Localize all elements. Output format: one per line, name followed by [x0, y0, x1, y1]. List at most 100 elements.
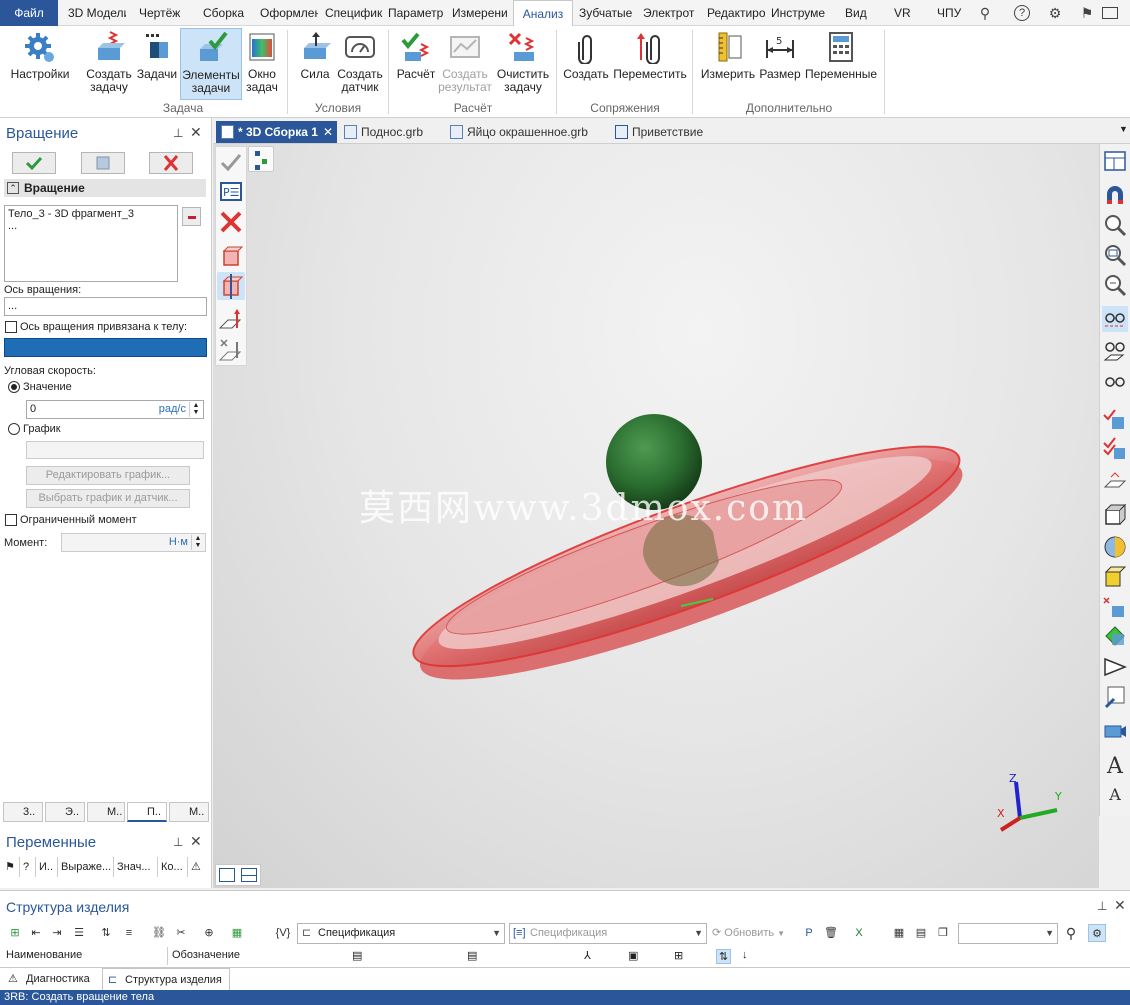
green-body-icon[interactable] [1102, 622, 1128, 648]
camera-icon[interactable] [1102, 718, 1128, 744]
list-item[interactable]: Тело_3 - 3D фрагмент_3 [8, 208, 174, 220]
trash-icon[interactable]: 🗑 [822, 924, 840, 942]
pin-icon[interactable]: ⊥ [173, 126, 183, 140]
window-layout-icon[interactable] [1102, 148, 1128, 174]
gear-icon[interactable]: ⚙ [1046, 4, 1064, 22]
body-icon[interactable] [217, 242, 245, 270]
zoom-all-icon[interactable] [1102, 272, 1128, 298]
table-view-icon[interactable]: ▤ [912, 924, 930, 942]
dimension-button[interactable]: 5 Размер [758, 28, 802, 100]
menu-tab-file[interactable]: Файл [0, 0, 58, 26]
column-designation[interactable]: Обозначение [172, 949, 240, 961]
axis-field[interactable]: ... [4, 297, 207, 316]
doc-tab-tray[interactable]: Поднос.grb [339, 121, 439, 143]
column-icon[interactable]: ⇅ [716, 949, 732, 964]
3d-viewport[interactable]: 莫西网www.3dmox.com P☰ Z Y X [213, 144, 1099, 888]
menu-tab-view[interactable]: Вид [845, 0, 875, 26]
insert-icon[interactable]: ⇤ [27, 924, 45, 942]
check-body-icon[interactable] [1102, 406, 1128, 432]
link-icon[interactable]: ⛓ [150, 924, 168, 942]
axis-bound-checkbox[interactable] [5, 321, 17, 333]
column-icon[interactable]: ⅄ [584, 949, 591, 962]
warning-icon[interactable]: ⚠ [188, 857, 208, 877]
list-icon[interactable]: ☰ [70, 924, 88, 942]
axis-body-field[interactable] [4, 338, 207, 357]
parameters-icon[interactable]: P☰ [217, 178, 245, 206]
panel-tab-3d[interactable]: 3.. [3, 802, 43, 822]
value-radio[interactable] [8, 381, 20, 393]
pin-icon[interactable]: ⊥ [1097, 899, 1107, 913]
menu-tab-assembly[interactable]: Сборка [203, 0, 249, 26]
menu-tab-electrical[interactable]: Электрот [643, 0, 701, 26]
menu-tab-cnc[interactable]: ЧПУ [937, 0, 967, 26]
zoom-window-icon[interactable] [1102, 242, 1128, 268]
tree-icon[interactable] [248, 146, 274, 172]
menu-tab-drafting[interactable]: Оформлен [260, 0, 318, 26]
column-icon[interactable]: ▤ [352, 949, 362, 962]
spin-icon[interactable]: ▲ ▼ [189, 402, 202, 417]
column-name[interactable]: Наименование [6, 949, 82, 961]
tab-diagnostics[interactable]: ⚠ Диагностика [4, 968, 100, 990]
update-button[interactable]: ⟳ Обновить ▼ [712, 926, 785, 939]
rotation-body-icon[interactable] [217, 272, 245, 300]
task-window-button[interactable]: Окно задач [244, 28, 280, 100]
sort-up-icon[interactable]: ⇅ [97, 924, 115, 942]
create-result-button[interactable]: Создать результат [438, 28, 492, 100]
tasks-button[interactable]: Задачи [136, 28, 178, 100]
panel-tab-e[interactable]: Э.. [45, 802, 85, 822]
create-mate-button[interactable]: Создать [562, 28, 610, 100]
force-button[interactable]: Сила [294, 28, 336, 100]
close-icon[interactable]: ✕ [1114, 897, 1126, 914]
menu-tab-specification[interactable]: Специфик [325, 0, 383, 26]
variables-button[interactable]: Переменные [804, 28, 878, 100]
panel-tab-m2[interactable]: М.. [169, 802, 209, 822]
grid-icon[interactable]: ▦ [890, 924, 908, 942]
edit-body-icon[interactable] [1102, 594, 1128, 620]
task-elements-button[interactable]: Элементы задачи [180, 28, 242, 100]
zoom-icon[interactable] [1102, 212, 1128, 238]
menu-tab-3d-models[interactable]: 3D Модели [68, 0, 126, 26]
moment-input[interactable]: Н·м ▲ ▼ [61, 533, 206, 552]
window-icon[interactable] [1102, 7, 1118, 19]
add-icon[interactable]: ⊞ [6, 924, 24, 942]
create-task-button[interactable]: Создать задачу [82, 28, 136, 100]
pin-icon[interactable]: ⊥ [173, 835, 183, 849]
settings-button[interactable]: Настройки [6, 28, 74, 100]
panel-tab-m[interactable]: М.. [87, 802, 125, 822]
variables-column[interactable]: ? [20, 857, 36, 877]
specification-select[interactable]: ⊏ Спецификация ▼ [297, 923, 505, 944]
report-icon[interactable]: P [800, 924, 818, 942]
target-icon[interactable]: ⊕ [200, 924, 218, 942]
search-icon[interactable]: ⚲ [1062, 924, 1080, 942]
ok-button[interactable] [12, 152, 56, 174]
sort-icon[interactable]: ↓ [742, 949, 748, 961]
search-input[interactable]: ▼ [958, 923, 1058, 944]
help-icon[interactable]: ? [1014, 5, 1030, 21]
variables-column[interactable]: Ко... [158, 857, 188, 877]
glasses-view-icon[interactable] [1102, 370, 1128, 396]
doc-tab-assembly[interactable]: * 3D Сборка 1 ✕ [216, 121, 337, 143]
menu-tab-drawing[interactable]: Чертёж [139, 0, 185, 26]
spin-icon[interactable]: ▲ ▼ [191, 535, 204, 550]
shaded-box-icon[interactable] [1102, 564, 1128, 590]
tabs-dropdown-icon[interactable]: ▼ [1119, 124, 1128, 134]
close-tab-icon[interactable]: ✕ [323, 121, 333, 143]
specification-select-2[interactable]: [≡] Спецификация ▼ [509, 923, 707, 944]
sphere-view-icon[interactable] [1102, 534, 1128, 560]
calculate-button[interactable]: Расчёт [394, 28, 438, 100]
clear-task-button[interactable]: Очистить задачу [494, 28, 552, 100]
copy-icon[interactable]: ❐ [934, 924, 952, 942]
menu-tab-tools[interactable]: Инструме [771, 0, 829, 26]
section-plane-icon[interactable] [1102, 468, 1128, 494]
settings-icon[interactable]: ⚙ [1088, 924, 1106, 942]
sort-icon[interactable]: ≡ [120, 924, 138, 942]
check-bodies-icon[interactable] [1102, 436, 1128, 462]
unlink-icon[interactable]: ✂ [172, 924, 190, 942]
remove-axis-icon[interactable] [217, 336, 245, 364]
close-icon[interactable]: ✕ [190, 124, 202, 141]
excel-icon[interactable]: X [850, 924, 868, 942]
section-header[interactable]: ⌃ Вращение [4, 179, 206, 197]
doc-tab-egg[interactable]: Яйцо окрашенное.grb [445, 121, 605, 143]
close-icon[interactable]: ✕ [190, 833, 202, 850]
variables-icon[interactable]: {V} [272, 924, 294, 942]
